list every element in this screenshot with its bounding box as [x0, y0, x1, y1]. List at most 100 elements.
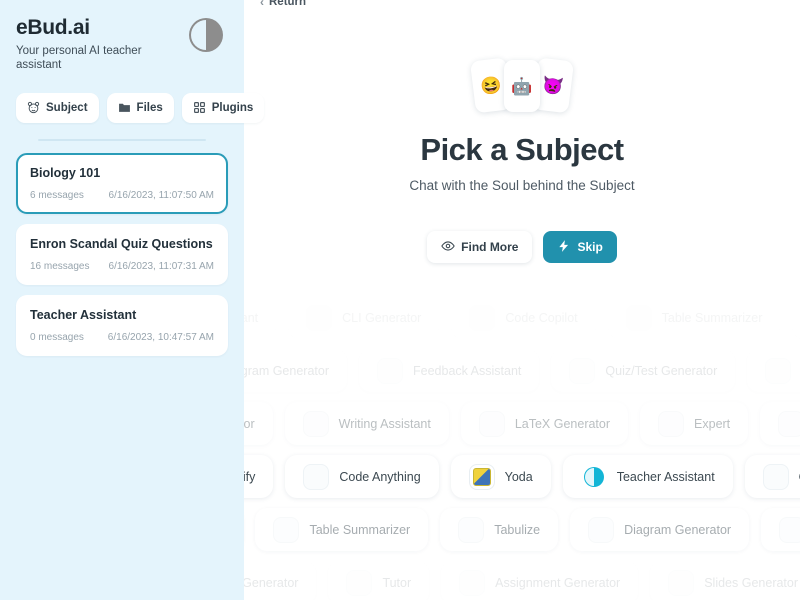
- subject-pill[interactable]: Writing Assistant: [284, 402, 449, 445]
- subject-pill-label: CLI Generator: [342, 310, 422, 325]
- chat-list-item[interactable]: Teacher Assistant 0 messages 6/16/2023, 10…: [16, 295, 228, 357]
- subject-pill-label: Diagram Generator: [624, 522, 732, 537]
- skip-button[interactable]: Skip: [543, 231, 617, 263]
- pill-row: mptify Code Anything Yoda Teacher Assistant…: [244, 455, 800, 498]
- subject-pill-label: Writing Assistant: [338, 416, 431, 431]
- chat-item-message-count: 16 messages: [30, 261, 90, 273]
- subject-pill[interactable]: Table Summarizer: [255, 508, 429, 551]
- subject-pill-label: Feedback Assistant: [413, 363, 522, 378]
- pill-placeholder-icon: [273, 516, 300, 543]
- pill-placeholder-icon: [658, 410, 685, 437]
- subject-pill[interactable]: Code Anything: [285, 455, 439, 498]
- subject-pill[interactable]: Slides Generator: [650, 561, 800, 600]
- pill-row: est Generator Tutor Assignment Generator Sl…: [244, 561, 800, 600]
- pill-placeholder-icon: [377, 357, 403, 384]
- page-subtitle: Chat with the Soul behind the Subject: [409, 178, 635, 193]
- pill-placeholder-icon: [588, 516, 615, 543]
- half-circle-contrast-icon: [581, 464, 607, 490]
- pill-placeholder-icon: [302, 410, 329, 437]
- bear-face-icon: [27, 101, 40, 114]
- pill-row: erator Writing Assistant LaTeX Generator Ex…: [244, 402, 800, 445]
- subject-pill[interactable]: Quiz/Test Generator: [551, 349, 736, 392]
- subject-pill-label: Assignment Generator: [495, 575, 621, 590]
- chat-item-title: Biology 101: [30, 165, 101, 180]
- subject-button[interactable]: Subject: [16, 92, 99, 123]
- subject-pill[interactable]: LaTeX Generator: [460, 402, 629, 445]
- pill-placeholder-icon: [469, 304, 496, 331]
- subject-pill[interactable]: mptify: [244, 455, 274, 498]
- subject-pill-label: Tutor: [382, 575, 412, 590]
- pill-placeholder-icon: [459, 569, 486, 596]
- pill-placeholder-icon: [668, 569, 695, 596]
- chat-item-message-count: 6 messages: [30, 189, 84, 201]
- subject-pill[interactable]: est Generator: [244, 561, 317, 600]
- chat-item-timestamp: 6/16/2023, 10:47:57 AM: [107, 332, 214, 344]
- subject-pill[interactable]: Feedback Assistant: [359, 349, 540, 392]
- folder-icon: [118, 101, 131, 114]
- subject-pill[interactable]: CLI Generator: [288, 296, 440, 339]
- subject-pill[interactable]: Tabulize: [440, 508, 559, 551]
- subject-pill-label: mptify: [244, 469, 256, 484]
- subject-pill-label: LaTeX Generator: [514, 416, 611, 431]
- pill-placeholder-icon: [303, 463, 330, 490]
- subject-pill-label: Yoda: [504, 469, 533, 484]
- subject-pill[interactable]: erator: [244, 402, 273, 445]
- subject-pill-label: est Generator: [244, 575, 299, 590]
- plugins-button-label: Plugins: [211, 101, 254, 114]
- subject-pill[interactable]: Diagram Generator: [570, 508, 750, 551]
- subject-pill-label: Code Anything: [339, 469, 421, 484]
- app-subtitle: Your personal AI teacher assistant: [16, 45, 142, 71]
- subject-pill-label: Quiz/Test Generator: [605, 363, 718, 378]
- subject-pill[interactable]: Joke Co: [760, 402, 800, 445]
- chat-item-timestamp: 6/16/2023, 11:07:50 AM: [108, 189, 214, 201]
- return-link[interactable]: ‹ Return: [260, 0, 306, 8]
- pill-row: tTable SummarizerTabulizeDiagram Generat…: [244, 508, 800, 551]
- subject-pill[interactable]: Diagram Generator: [244, 349, 347, 392]
- chat-item-message-count: 0 messages: [30, 332, 84, 344]
- chat-list-item[interactable]: Biology 101 6 messages 6/16/2023, 11:07:50…: [16, 152, 228, 214]
- pill-row: sistant CLI Generator Code Copilot Table Su…: [244, 296, 800, 339]
- subject-pill-label: Table Summarizer: [661, 310, 763, 325]
- subject-pill[interactable]: Feedba: [761, 508, 800, 551]
- sidebar: eBud.ai Your personal AI teacher assista…: [0, 0, 265, 600]
- grid-2x2-icon: [193, 101, 206, 114]
- subject-pill-label: Teacher Assistant: [616, 469, 715, 484]
- chat-item-title: Enron Scandal Quiz Questions: [30, 236, 213, 251]
- subject-pill[interactable]: Code Copilot: [451, 296, 596, 339]
- find-more-label: Find More: [461, 240, 519, 254]
- subject-pill[interactable]: Teacher Assistant: [562, 455, 733, 498]
- subject-pill[interactable]: Assignment Generator: [441, 561, 639, 600]
- pill-row: Diagram Generator Feedback Assistant Quiz/…: [244, 349, 800, 392]
- subject-pill-label: Diagram Generator: [244, 363, 329, 378]
- subject-pill[interactable]: sistant: [244, 296, 277, 339]
- chat-item-timestamp: 6/16/2023, 11:07:31 AM: [108, 261, 214, 273]
- subject-pill[interactable]: Table Summarizer: [607, 296, 781, 339]
- subject-pill[interactable]: Yoda: [450, 455, 551, 498]
- find-more-button[interactable]: Find More: [427, 231, 533, 263]
- half-circle-contrast-icon[interactable]: [189, 18, 223, 52]
- lightning-bolt-icon: [557, 239, 571, 256]
- subject-pill[interactable]: Tutor: [328, 561, 430, 600]
- app-title: eBud.ai: [16, 16, 90, 39]
- page-title: Pick a Subject: [420, 132, 624, 167]
- chat-list: Biology 101 6 messages 6/16/2023, 11:07:50…: [16, 152, 228, 357]
- subject-pill-label: Expert: [694, 416, 731, 431]
- subject-pill[interactable]: CLI Generat: [744, 455, 800, 498]
- chat-list-item[interactable]: Enron Scandal Quiz Questions 16 messages 6…: [16, 223, 228, 286]
- subject-pill[interactable]: Tutor: [747, 349, 800, 392]
- subject-button-label: Subject: [46, 101, 88, 114]
- files-button[interactable]: Files: [106, 92, 174, 123]
- app-root: eBud.ai Your personal AI teacher assista…: [0, 0, 800, 600]
- pill-placeholder-icon: [569, 357, 596, 384]
- subject-pill-label: Table Summarizer: [309, 522, 411, 537]
- return-label: Return: [269, 0, 307, 8]
- sidebar-toolbar: Subject Files Plugins: [16, 92, 265, 123]
- chat-item-meta: 6 messages 6/16/2023, 11:07:50 AM: [30, 190, 214, 201]
- subject-pill-label: Tabulize: [494, 522, 541, 537]
- subject-pill[interactable]: Expert: [640, 402, 749, 445]
- plugins-button[interactable]: Plugins: [181, 92, 265, 123]
- brand: eBud.ai Your personal AI teacher assista…: [16, 14, 189, 73]
- subject-pill-grid: sistant CLI Generator Code Copilot Table Su…: [244, 296, 800, 600]
- subject-pill-label: Code Copilot: [505, 310, 578, 325]
- subject-pill[interactable]: Ta: [792, 296, 800, 339]
